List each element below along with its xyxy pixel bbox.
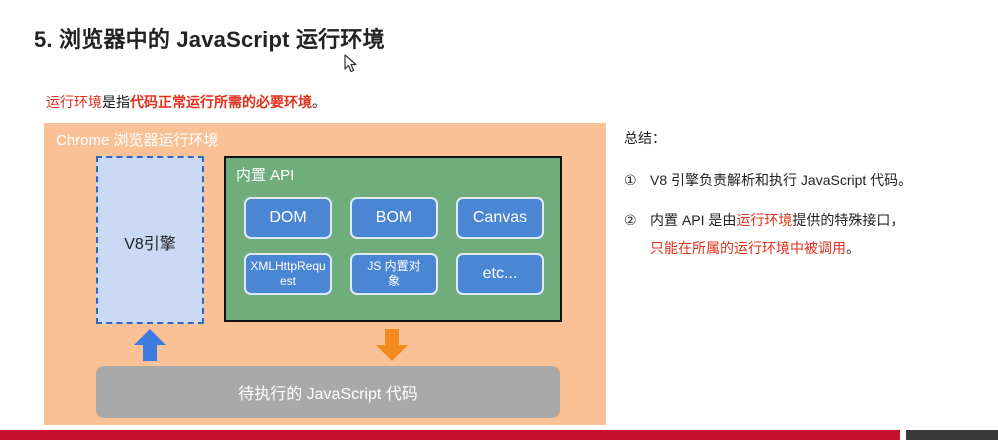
api-item-canvas: Canvas xyxy=(456,197,544,239)
definition-text: 运行环境是指代码正常运行所需的必要环境。 xyxy=(46,92,326,112)
pending-js-code-bar: 待执行的 JavaScript 代码 xyxy=(96,366,560,418)
mouse-cursor-icon xyxy=(344,54,357,73)
arrow-up-icon xyxy=(134,329,166,361)
builtin-api-box: 内置 API DOM BOM Canvas XMLHttpRequest JS … xyxy=(224,156,562,322)
definition-period: 。 xyxy=(312,94,326,110)
summary-item-2-continued: 只能在所属的运行环境中被调用。 xyxy=(650,238,860,258)
chrome-runtime-environment-box: Chrome 浏览器运行环境 V8引擎 内置 API DOM BOM Canva… xyxy=(44,123,606,425)
api-item-xmlhttprequest-label: XMLHttpRequest xyxy=(250,259,326,288)
api-item-js-builtin-objects: JS 内置对象 xyxy=(350,253,438,295)
summary-item-2-number: ② xyxy=(624,212,637,228)
summary-item-1-number: ① xyxy=(624,172,637,188)
environment-title: Chrome 浏览器运行环境 xyxy=(56,132,219,149)
summary-item-2: ② 内置 API 是由运行环境提供的特殊接口， xyxy=(624,210,904,230)
api-item-dom: DOM xyxy=(244,197,332,239)
summary-item-2-highlight: 运行环境 xyxy=(736,212,793,228)
summary-item-2-highlight-2: 只能在所属的运行环境中被调用 xyxy=(650,240,846,256)
summary-item-1: ① V8 引擎负责解析和执行 JavaScript 代码。 xyxy=(624,170,912,190)
summary-item-1-text: V8 引擎负责解析和执行 JavaScript 代码。 xyxy=(650,172,913,188)
footer-gray-bar xyxy=(906,430,998,440)
summary-item-2-text-c: 提供的特殊接口， xyxy=(792,212,905,228)
definition-verb: 是指 xyxy=(102,94,130,110)
v8-engine-label: V8引擎 xyxy=(124,236,176,253)
api-item-js-builtin-objects-label: JS 内置对象 xyxy=(367,259,421,288)
api-item-etc: etc... xyxy=(456,253,544,295)
footer-red-bar xyxy=(0,430,900,440)
summary-item-2-text-a: 内置 API 是由 xyxy=(650,212,737,228)
definition-term: 运行环境 xyxy=(46,94,102,110)
arrow-down-icon xyxy=(376,329,408,361)
api-item-xmlhttprequest: XMLHttpRequest xyxy=(244,253,332,295)
slide-title: 5. 浏览器中的 JavaScript 运行环境 xyxy=(34,27,385,52)
summary-item-2-period: 。 xyxy=(846,240,860,256)
builtin-api-title: 内置 API xyxy=(236,167,295,184)
summary-title: 总结： xyxy=(624,130,666,146)
definition-emphasis: 代码正常运行所需的必要环境 xyxy=(130,94,312,110)
v8-engine-box: V8引擎 xyxy=(96,156,204,324)
api-item-bom: BOM xyxy=(350,197,438,239)
